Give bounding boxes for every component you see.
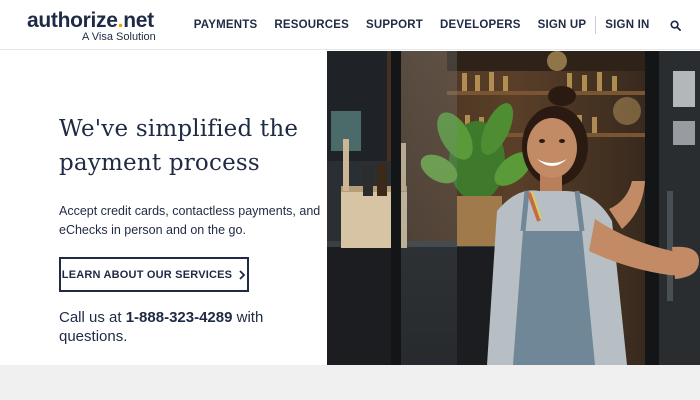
nav-item-sign-in[interactable]: SIGN IN: [597, 19, 658, 31]
logo-wordmark: authorize.net: [27, 9, 154, 32]
nav-item-payments[interactable]: PAYMENTS: [185, 19, 266, 31]
main-nav: PAYMENTS RESOURCES SUPPORT DEVELOPERS SI…: [185, 0, 686, 50]
hero-photo: [327, 51, 700, 365]
logo-tagline: A Visa Solution: [82, 31, 156, 43]
site-header: authorize.net A Visa Solution PAYMENTS R…: [0, 0, 700, 50]
next-section-strip: [0, 365, 700, 400]
cta-label: LEARN ABOUT OUR SERVICES: [61, 268, 233, 281]
call-us-text: Call us at 1-888-323-4289 with questions…: [59, 309, 264, 345]
nav-item-sign-up[interactable]: SIGN UP: [529, 19, 595, 31]
brand-logo[interactable]: authorize.net A Visa Solution: [27, 9, 156, 44]
phone-number-link[interactable]: 1-888-323-4289: [126, 309, 233, 326]
hero-photo-illustration: [327, 51, 700, 365]
learn-services-button[interactable]: LEARN ABOUT OUR SERVICES: [59, 257, 249, 292]
nav-item-developers[interactable]: DEVELOPERS: [431, 19, 529, 31]
nav-item-resources[interactable]: RESOURCES: [266, 19, 358, 31]
chevron-right-icon: [239, 269, 246, 280]
hero-title: We've simplified the payment process: [59, 116, 299, 176]
hero-text-panel: We've simplified the payment process Acc…: [0, 51, 327, 365]
nav-item-support[interactable]: SUPPORT: [357, 19, 431, 31]
hero-description: Accept credit cards, contactless payment…: [59, 204, 321, 237]
search-icon: [669, 19, 681, 31]
search-button[interactable]: [664, 14, 686, 36]
